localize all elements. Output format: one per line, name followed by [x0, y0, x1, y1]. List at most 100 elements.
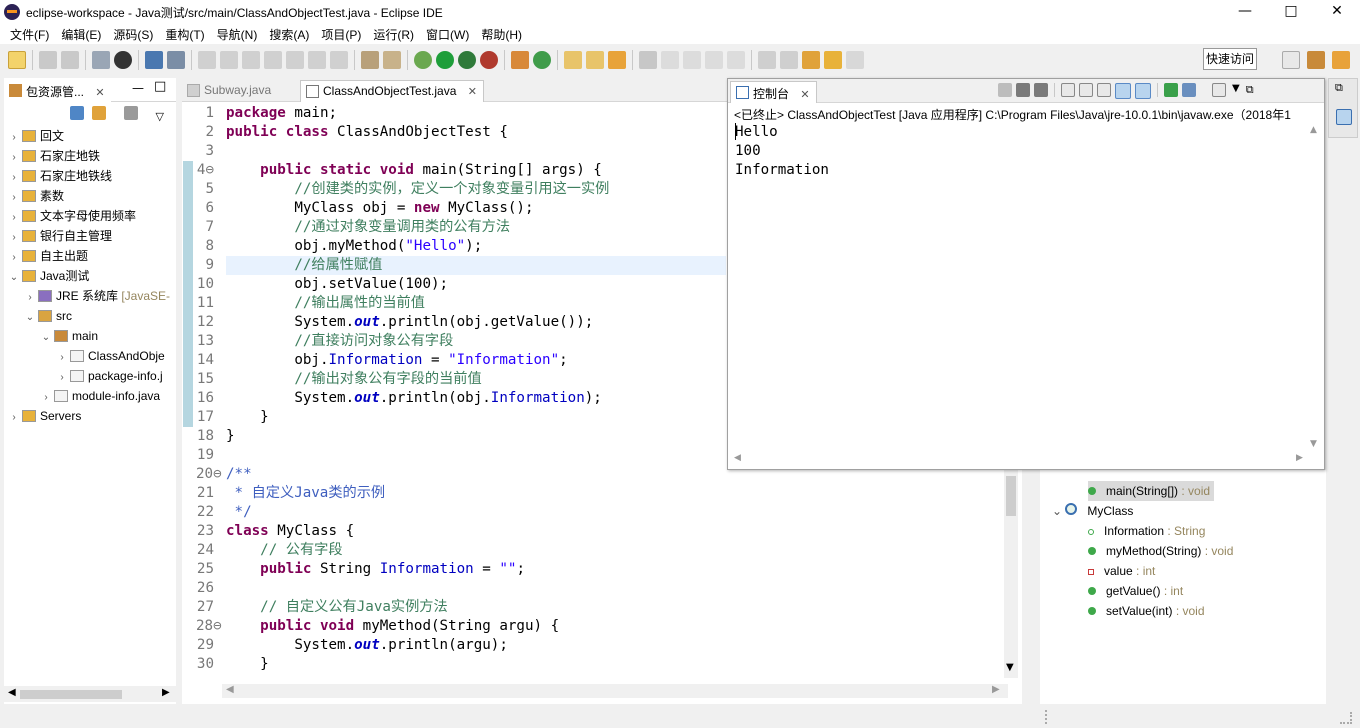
scroll-left-icon[interactable]: ◀ — [734, 453, 741, 463]
code-line[interactable]: 5 //创建类的实例，定义一个对象变量引用这一实例 — [196, 180, 609, 199]
coverage-icon[interactable] — [458, 51, 476, 69]
expand-arrow-icon[interactable]: › — [8, 208, 20, 228]
view-menu-icon[interactable]: ▽ — [155, 110, 163, 123]
tree-item[interactable]: › 石家庄地铁 — [8, 146, 100, 166]
resize-grip-icon[interactable] — [1340, 712, 1352, 724]
status-trim-handle[interactable] — [1045, 710, 1049, 724]
menu-source[interactable]: 源码(S) — [107, 26, 159, 43]
outline-item[interactable]: value : int — [1088, 561, 1155, 581]
word-wrap-console-icon[interactable] — [1097, 83, 1111, 97]
editor-vertical-scrollbar[interactable]: ▼ — [1004, 470, 1018, 678]
java-perspective-icon[interactable] — [1332, 51, 1350, 69]
remove-launch-icon[interactable] — [1016, 83, 1030, 97]
scroll-left-icon[interactable]: ◀ — [8, 687, 16, 698]
expand-arrow-icon[interactable]: › — [8, 128, 20, 148]
view-menu-icon[interactable]: ▼ — [1232, 83, 1240, 99]
code-line[interactable]: 11 //输出属性的当前值 — [196, 294, 425, 313]
minimize-view-icon[interactable]: — — [132, 81, 144, 95]
tab-classandobjecttest-java[interactable]: ClassAndObjectTest.java ✕ — [300, 80, 484, 102]
code-line[interactable]: 6 MyClass obj = new MyClass(); — [196, 199, 533, 218]
code-line[interactable]: 13 //直接访问对象公有字段 — [196, 332, 453, 351]
scroll-right-icon[interactable]: ▶ — [162, 687, 170, 698]
step-over-icon[interactable] — [308, 51, 326, 69]
code-line[interactable]: 22 */ — [196, 503, 252, 522]
tree-item[interactable]: › Servers — [8, 406, 81, 426]
new-java-project-icon[interactable] — [511, 51, 529, 69]
menu-window[interactable]: 窗口(W) — [420, 26, 475, 43]
code-line[interactable]: 17 } — [196, 408, 269, 427]
code-line[interactable]: 23 class MyClass { — [196, 522, 354, 541]
minimize-button[interactable]: — — [1222, 0, 1268, 24]
code-line[interactable]: 21 * 自定义Java类的示例 — [196, 484, 385, 503]
java-ee-perspective-icon[interactable] — [1307, 51, 1325, 69]
expand-arrow-icon[interactable]: › — [8, 408, 20, 428]
code-line[interactable]: 27 // 自定义公有Java实例方法 — [196, 598, 448, 617]
close-icon[interactable]: ✕ — [95, 87, 104, 99]
outline-item[interactable]: myMethod(String) : void — [1088, 541, 1233, 561]
tree-item[interactable]: ⌄ src — [24, 306, 72, 326]
tree-item[interactable]: › JRE 系统库 [JavaSE- — [24, 286, 170, 306]
tab-package-explorer[interactable]: 包资源管... ✕ — [4, 80, 111, 102]
code-line[interactable]: 25 public String Information = ""; — [196, 560, 525, 579]
back-icon[interactable] — [824, 51, 842, 69]
code-line[interactable]: 18} — [196, 427, 235, 446]
forward-icon[interactable] — [846, 51, 864, 69]
step-return-icon[interactable] — [330, 51, 348, 69]
outline-item[interactable]: ⌄ MyClass — [1052, 501, 1133, 521]
code-line[interactable]: 15 //输出对象公有字段的当前值 — [196, 370, 482, 389]
scroll-right-icon[interactable]: ▶ — [992, 684, 1000, 695]
drop-to-frame-icon[interactable] — [383, 51, 401, 69]
menu-project[interactable]: 项目(P) — [315, 26, 367, 43]
open-type-icon[interactable] — [564, 51, 582, 69]
horizontal-scrollbar[interactable]: ◀ ▶ — [4, 686, 176, 702]
expand-arrow-icon[interactable]: › — [8, 148, 20, 168]
scroll-right-icon[interactable]: ▶ — [1296, 453, 1303, 463]
block-selection-icon[interactable] — [683, 51, 701, 69]
collapse-arrow-icon[interactable]: ⌄ — [8, 268, 20, 288]
expand-arrow-icon[interactable]: › — [56, 368, 68, 388]
collapse-arrow-icon[interactable]: ⌄ — [24, 308, 36, 328]
maximize-button[interactable]: □ — [1268, 0, 1314, 24]
show-on-stdout-icon[interactable] — [1115, 83, 1131, 99]
code-line[interactable]: 28⊖ public void myMethod(String argu) { — [196, 617, 559, 636]
mark-occurrences-icon[interactable] — [661, 51, 679, 69]
menu-refactor[interactable]: 重构(T) — [159, 26, 210, 43]
filters-icon[interactable] — [123, 106, 138, 120]
previous-annotation-icon[interactable] — [780, 51, 798, 69]
terminate-icon[interactable] — [242, 51, 260, 69]
expand-arrow-icon[interactable]: › — [8, 188, 20, 208]
display-selected-console-icon[interactable] — [1182, 83, 1196, 97]
code-line[interactable]: 3 — [196, 142, 226, 161]
menu-search[interactable]: 搜索(A) — [263, 26, 315, 43]
word-wrap-icon[interactable] — [705, 51, 723, 69]
outline-item[interactable]: setValue(int) : void — [1088, 601, 1205, 621]
console-horizontal-scrollbar[interactable]: ◀ ▶ — [730, 453, 1320, 467]
disconnect-icon[interactable] — [264, 51, 282, 69]
collapse-all-icon[interactable] — [70, 106, 84, 120]
scroll-down-icon[interactable]: ▼ — [1006, 662, 1014, 673]
menu-navigate[interactable]: 导航(N) — [211, 26, 264, 43]
minimized-outline-icon[interactable] — [1336, 109, 1352, 125]
code-line[interactable]: 24 // 公有字段 — [196, 541, 343, 560]
external-tools-icon[interactable] — [480, 51, 498, 69]
code-line[interactable]: 29 System.out.println(argu); — [196, 636, 508, 655]
tab-console[interactable]: 控制台 ✕ — [730, 81, 817, 103]
tree-item[interactable]: ⌄ main — [40, 326, 98, 346]
expand-arrow-icon[interactable]: › — [24, 288, 36, 308]
tree-item[interactable]: › ClassAndObje — [56, 346, 164, 366]
scroll-up-icon[interactable]: ▲ — [1310, 125, 1317, 135]
scroll-down-icon[interactable]: ▼ — [1310, 439, 1317, 449]
skip-breakpoints-icon[interactable] — [167, 51, 185, 69]
terminal-icon[interactable] — [145, 51, 163, 69]
code-line[interactable]: 30 } — [196, 655, 269, 674]
step-into-icon[interactable] — [286, 51, 304, 69]
tree-item[interactable]: › 银行自主管理 — [8, 226, 112, 246]
show-on-stderr-icon[interactable] — [1135, 83, 1151, 99]
search-icon[interactable] — [608, 51, 626, 69]
tab-subway-java[interactable]: Subway.java — [182, 80, 277, 102]
clear-console-icon[interactable] — [1061, 83, 1075, 97]
code-line[interactable]: 12 System.out.println(obj.getValue()); — [196, 313, 593, 332]
use-step-filters-icon[interactable] — [361, 51, 379, 69]
outline-item[interactable]: main(String[]) : void — [1088, 481, 1215, 501]
expand-arrow-icon[interactable]: › — [40, 388, 52, 408]
